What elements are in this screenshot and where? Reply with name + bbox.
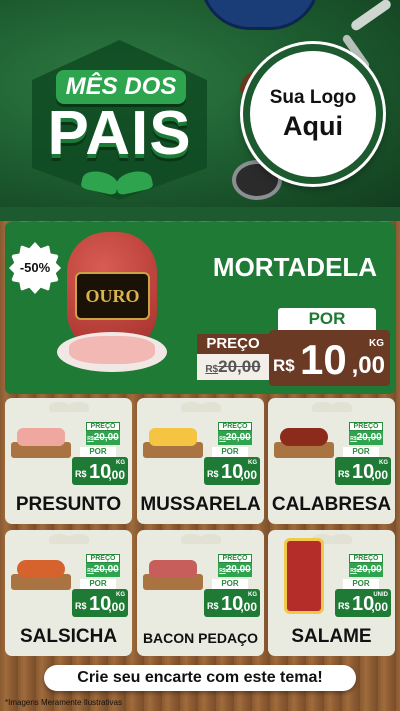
por-label: POR xyxy=(80,579,116,589)
price-unit: KG xyxy=(379,460,388,466)
preco-label: PREÇO xyxy=(197,334,269,354)
price-decimal: ,00 xyxy=(371,468,388,482)
preco-label: PREÇO xyxy=(218,422,252,431)
product-card-salsicha[interactable]: PREÇO R$20,00 POR R$ 10 KG ,00 SALSICHA xyxy=(5,530,132,656)
mustache-icon xyxy=(181,534,221,546)
price-unit: UNID xyxy=(373,592,388,598)
old-price-value: 20,00 xyxy=(225,564,251,575)
product-image xyxy=(9,422,75,462)
price-decimal: ,00 xyxy=(108,468,125,482)
mortadela-image: OURO xyxy=(57,232,167,372)
product-name: SALSICHA xyxy=(19,626,118,647)
mortadela-slices xyxy=(69,336,155,364)
preco-label: PREÇO xyxy=(349,554,383,563)
old-price-box: PREÇO R$20,00 xyxy=(197,334,269,384)
product-name: CALABRESA xyxy=(271,494,392,515)
por-label: POR xyxy=(343,579,379,589)
price-currency: R$ xyxy=(207,601,219,611)
logo-text-line2: Aqui xyxy=(283,110,343,141)
mustache-icon xyxy=(82,172,152,194)
preco-label: PREÇO xyxy=(218,554,252,563)
old-price: R$20,00 xyxy=(86,563,120,577)
old-price-value: 20,00 xyxy=(356,564,382,575)
por-label: POR xyxy=(212,579,248,589)
product-card-calabresa[interactable]: PREÇO R$20,00 POR R$ 10 KG ,00 CALABRESA xyxy=(268,398,395,524)
price-currency: R$ xyxy=(273,356,295,375)
price: R$ 10 KG ,00 xyxy=(72,457,128,485)
product-card-bacon[interactable]: PREÇO R$20,00 POR R$ 10 KG ,00 BACON PEDAÇO xyxy=(137,530,264,656)
price-unit: KG xyxy=(116,592,125,598)
product-image xyxy=(141,554,207,594)
old-price-value: 20,00 xyxy=(93,564,119,575)
featured-product-name: MORTADELA xyxy=(212,252,378,282)
price: R$ 10 KG ,00 xyxy=(72,589,128,617)
price-currency: R$ xyxy=(338,601,350,611)
price-unit: KG xyxy=(369,338,384,349)
old-price: R$20,00 xyxy=(218,431,252,445)
product-card-salame[interactable]: PREÇO R$20,00 POR R$ 10 UNID ,00 SALAME xyxy=(268,530,395,656)
old-price-value: 20,00 xyxy=(225,432,251,443)
por-label: POR xyxy=(212,447,248,457)
old-price-value: 20,00 xyxy=(356,432,382,443)
old-price-value: 20,00 xyxy=(218,357,261,376)
divider-bar xyxy=(0,207,400,221)
price-unit: KG xyxy=(248,592,257,598)
price: R$ 10 KG ,00 xyxy=(204,589,260,617)
price-currency: R$ xyxy=(338,469,350,479)
brand-label: OURO xyxy=(75,272,150,320)
featured-price: R$ 10 KG ,00 xyxy=(269,330,390,386)
price-unit: KG xyxy=(248,460,257,466)
create-flyer-button[interactable]: Crie seu encarte com este tema! xyxy=(44,665,356,691)
product-name: SALAME xyxy=(291,626,372,647)
necktie-illustration xyxy=(200,0,320,30)
mustache-icon xyxy=(49,402,89,414)
mustache-icon xyxy=(312,402,352,414)
product-name: BACON PEDAÇO xyxy=(142,630,259,646)
product-card-presunto[interactable]: PREÇO R$20,00 POR R$ 10 KG ,00 PRESUNTO xyxy=(5,398,132,524)
preco-label: PREÇO xyxy=(86,422,120,431)
por-label: POR xyxy=(278,308,376,330)
store-logo-placeholder[interactable]: Sua Logo Aqui xyxy=(243,44,383,184)
price-decimal: ,00 xyxy=(108,600,125,614)
preco-label: PREÇO xyxy=(349,422,383,431)
price-integer: 10 xyxy=(300,336,347,383)
price-decimal: ,00 xyxy=(371,600,388,614)
wrench-icon xyxy=(349,0,393,33)
mustache-icon xyxy=(181,402,221,414)
price-decimal: ,00 xyxy=(240,468,257,482)
por-label: POR xyxy=(343,447,379,457)
old-price: R$20,00 xyxy=(218,563,252,577)
old-price: R$20,00 xyxy=(197,354,269,380)
product-name: PRESUNTO xyxy=(15,494,122,515)
product-name: MUSSARELA xyxy=(140,494,261,515)
price-decimal: ,00 xyxy=(351,352,385,379)
price: R$ 10 UNID ,00 xyxy=(335,589,391,617)
header-banner: MÊS DOS PAIS Sua Logo Aqui xyxy=(0,0,400,210)
product-image xyxy=(272,538,338,614)
price-currency: R$ xyxy=(75,469,87,479)
footnote: *Imagens Meramente Ilustrativas xyxy=(5,698,122,707)
product-image xyxy=(9,554,75,594)
old-price: R$20,00 xyxy=(86,431,120,445)
product-image xyxy=(272,422,338,462)
price-currency: R$ xyxy=(207,469,219,479)
por-label: POR xyxy=(80,447,116,457)
price: R$ 10 KG ,00 xyxy=(204,457,260,485)
product-image xyxy=(141,422,207,462)
mes-dos-pais-logo: MÊS DOS PAIS xyxy=(12,40,227,210)
old-price: R$20,00 xyxy=(349,563,383,577)
preco-label: PREÇO xyxy=(86,554,120,563)
logo-text-line1: Sua Logo xyxy=(269,86,357,108)
price-decimal: ,00 xyxy=(240,600,257,614)
title-line2: PAIS xyxy=(47,99,192,168)
mustache-icon xyxy=(49,534,89,546)
price-unit: KG xyxy=(116,460,125,466)
old-price-currency: R$ xyxy=(205,364,219,375)
price-currency: R$ xyxy=(75,601,87,611)
price: R$ 10 KG ,00 xyxy=(335,457,391,485)
product-card-mussarela[interactable]: PREÇO R$20,00 POR R$ 10 KG ,00 MUSSARELA xyxy=(137,398,264,524)
old-price-value: 20,00 xyxy=(93,432,119,443)
old-price: R$20,00 xyxy=(349,431,383,445)
